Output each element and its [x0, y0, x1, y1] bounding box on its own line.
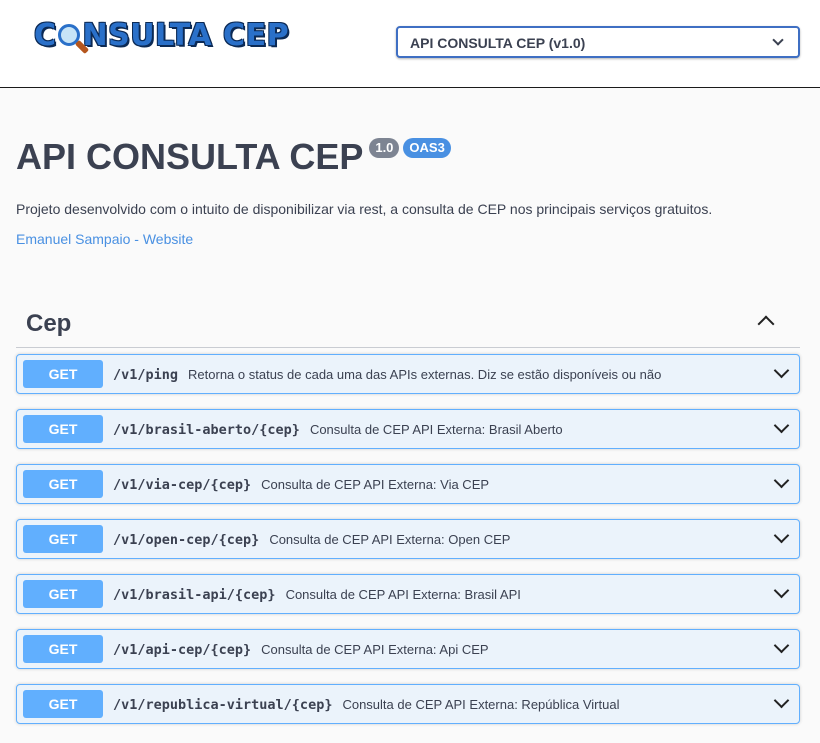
operation-brasil-aberto[interactable]: GET /v1/brasil-aberto/{cep} Consulta de C… [16, 409, 800, 449]
chevron-down-icon[interactable] [773, 582, 790, 599]
method-badge: GET [23, 635, 103, 663]
operation-brasil-api[interactable]: GET /v1/brasil-api/{cep} Consulta de CEP … [16, 574, 800, 614]
operation-summary: Consulta de CEP API Externa: Brasil Aber… [309, 422, 563, 437]
magnifier-icon: O [57, 18, 89, 55]
operation-via-cep[interactable]: GET /v1/via-cep/{cep} Consulta de CEP API… [16, 464, 800, 504]
website-link[interactable]: Emanuel Sampaio - Website [16, 231, 193, 247]
method-badge: GET [23, 470, 103, 498]
operation-api-cep[interactable]: GET /v1/api-cep/{cep} Consulta de CEP API… [16, 629, 800, 669]
chevron-down-icon[interactable] [773, 637, 790, 654]
operation-path: /v1/ping Retorna o status de cada uma das… [113, 367, 662, 383]
operation-path: /v1/open-cep/{cep} Consulta de CEP API Ex… [113, 532, 511, 548]
method-badge: GET [23, 415, 103, 443]
operation-path: /v1/api-cep/{cep} Consulta de CEP API Ext… [113, 642, 489, 658]
chevron-up-icon[interactable] [757, 315, 775, 333]
operation-republica-virtual[interactable]: GET /v1/republica-virtual/{cep} Consulta … [16, 684, 800, 724]
operation-path: /v1/brasil-api/{cep} Consulta de CEP API … [113, 587, 521, 603]
api-description: Projeto desenvolvido com o intuito de di… [16, 201, 713, 217]
chevron-down-icon[interactable] [773, 692, 790, 709]
operation-path: /v1/republica-virtual/{cep} Consulta de C… [113, 697, 620, 713]
oas-badge: OAS3 [403, 138, 451, 158]
top-bar: CONSULTA CEP API CONSULTA CEP (v1.0) [0, 0, 820, 88]
operation-summary: Consulta de CEP API Externa: Via CEP [261, 477, 490, 492]
operation-summary: Consulta de CEP API Externa: Brasil API [285, 587, 521, 602]
api-info: API CONSULTA CEP 1.0 OAS3 Projeto desenv… [16, 128, 806, 247]
operation-ping[interactable]: GET /v1/ping Retorna o status de cada uma… [16, 354, 800, 394]
method-badge: GET [23, 525, 103, 553]
spec-select[interactable]: API CONSULTA CEP (v1.0) [396, 26, 800, 58]
chevron-down-icon [772, 34, 784, 46]
operation-open-cep[interactable]: GET /v1/open-cep/{cep} Consulta de CEP AP… [16, 519, 800, 559]
method-badge: GET [23, 360, 103, 388]
operation-summary: Consulta de CEP API Externa: Api CEP [261, 642, 489, 657]
spec-select-value: API CONSULTA CEP (v1.0) [410, 35, 586, 51]
chevron-down-icon[interactable] [773, 527, 790, 544]
method-badge: GET [23, 690, 103, 718]
logo-text: CONSULTA CEP [34, 18, 290, 55]
api-title: API CONSULTA CEP [16, 136, 364, 177]
tag-header[interactable]: Cep [16, 298, 800, 348]
tag-section-cep: Cep GET /v1/ping Retorna o status de cada… [16, 298, 800, 724]
operation-summary: Consulta de CEP API Externa: Open CEP [269, 532, 511, 547]
chevron-down-icon[interactable] [773, 417, 790, 434]
operation-summary: Consulta de CEP API Externa: República V… [342, 697, 620, 712]
chevron-down-icon[interactable] [773, 362, 790, 379]
tag-name: Cep [26, 310, 72, 337]
chevron-down-icon[interactable] [773, 472, 790, 489]
logo[interactable]: CONSULTA CEP [34, 18, 289, 72]
operation-path: /v1/brasil-aberto/{cep} Consulta de CEP A… [113, 422, 563, 438]
operation-path: /v1/via-cep/{cep} Consulta de CEP API Ext… [113, 477, 490, 493]
version-badge: 1.0 [369, 138, 400, 158]
method-badge: GET [23, 580, 103, 608]
operation-summary: Retorna o status de cada uma das APIs ex… [188, 367, 662, 382]
